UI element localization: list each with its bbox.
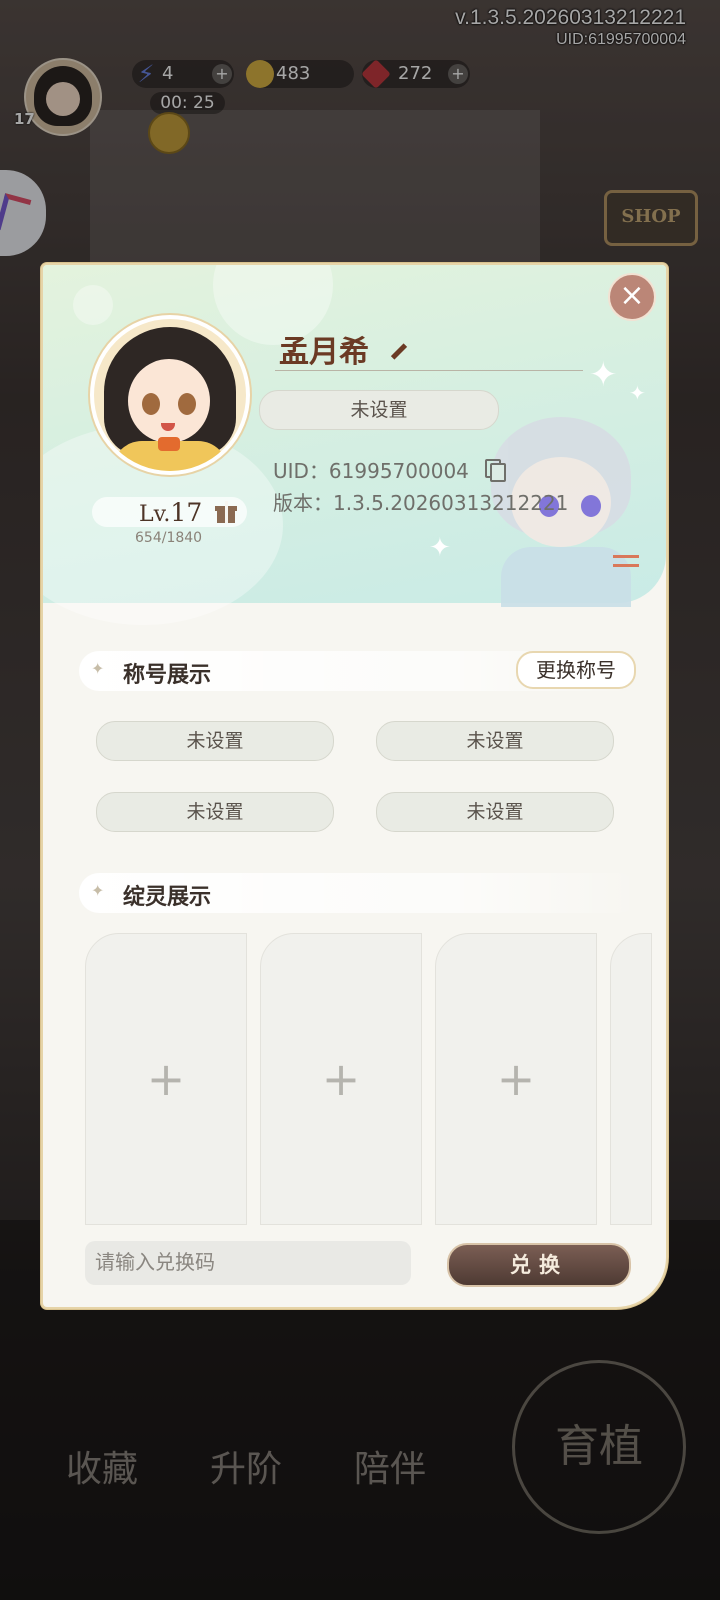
spirits-section-label: 绽灵展示 <box>123 884 212 910</box>
avatar-eye <box>178 393 196 415</box>
sparkle-icon: ✦ <box>589 355 618 395</box>
pencil-shape <box>390 343 408 360</box>
redeem-code-input[interactable] <box>85 1241 411 1285</box>
sparkle-icon: ✦ <box>91 659 105 678</box>
profile-panel: ✦ ✦ ✦ Lv.17 654/1840 孟月希 未设置 UID：6199570… <box>41 263 668 1309</box>
level-label: Lv.17 <box>139 498 202 527</box>
player-name: 孟月希 <box>279 335 369 370</box>
decor-bubble <box>73 285 113 325</box>
sparkle-icon: ✦ <box>629 381 646 405</box>
change-title-button[interactable]: 更换称号 <box>516 651 636 689</box>
edit-name-icon[interactable] <box>387 341 408 361</box>
avatar-eye <box>142 393 160 415</box>
level-value: 17 <box>170 498 203 527</box>
version-line: 版本：1.3.5.20260313212221 <box>273 491 569 515</box>
copy-front <box>490 463 506 482</box>
swap-arrow <box>613 555 639 558</box>
spirits-section-header: ✦ 绽灵展示 <box>79 873 639 913</box>
spirit-card-slot[interactable]: + <box>85 933 247 1225</box>
companion-coat <box>501 547 631 607</box>
sparkle-icon: ✦ <box>91 881 105 900</box>
add-icon: + <box>146 1052 186 1106</box>
profile-header: ✦ ✦ ✦ Lv.17 654/1840 孟月希 未设置 UID：6199570… <box>43 265 666 625</box>
current-title: 未设置 <box>259 390 499 430</box>
avatar-bow <box>158 437 180 451</box>
level-prefix: Lv. <box>139 502 171 527</box>
add-icon: + <box>321 1052 361 1106</box>
title-slot[interactable]: 未设置 <box>376 721 614 761</box>
spirit-card-slot[interactable]: + <box>435 933 597 1225</box>
companion-eye <box>581 495 601 517</box>
profile-avatar[interactable] <box>90 315 250 475</box>
redeem-button[interactable]: 兑换 <box>447 1243 631 1287</box>
gift-icon[interactable] <box>215 501 237 523</box>
title-slot[interactable]: 未设置 <box>96 792 334 832</box>
spirit-card-slot[interactable] <box>610 933 652 1225</box>
swap-arrow <box>613 564 639 567</box>
name-underline <box>275 370 583 371</box>
copy-icon[interactable] <box>485 459 506 482</box>
titles-section-label: 称号展示 <box>123 662 212 688</box>
gift-ribbon <box>225 501 228 523</box>
exp-progress: 654/1840 <box>135 530 203 546</box>
sparkle-icon: ✦ <box>429 533 451 563</box>
spirit-card-slot[interactable]: + <box>260 933 422 1225</box>
title-slot[interactable]: 未设置 <box>376 792 614 832</box>
uid-line: UID：61995700004 <box>273 459 469 483</box>
add-icon: + <box>496 1052 536 1106</box>
swap-icon[interactable] <box>613 552 639 570</box>
close-button[interactable]: × <box>608 273 656 321</box>
title-slot[interactable]: 未设置 <box>96 721 334 761</box>
